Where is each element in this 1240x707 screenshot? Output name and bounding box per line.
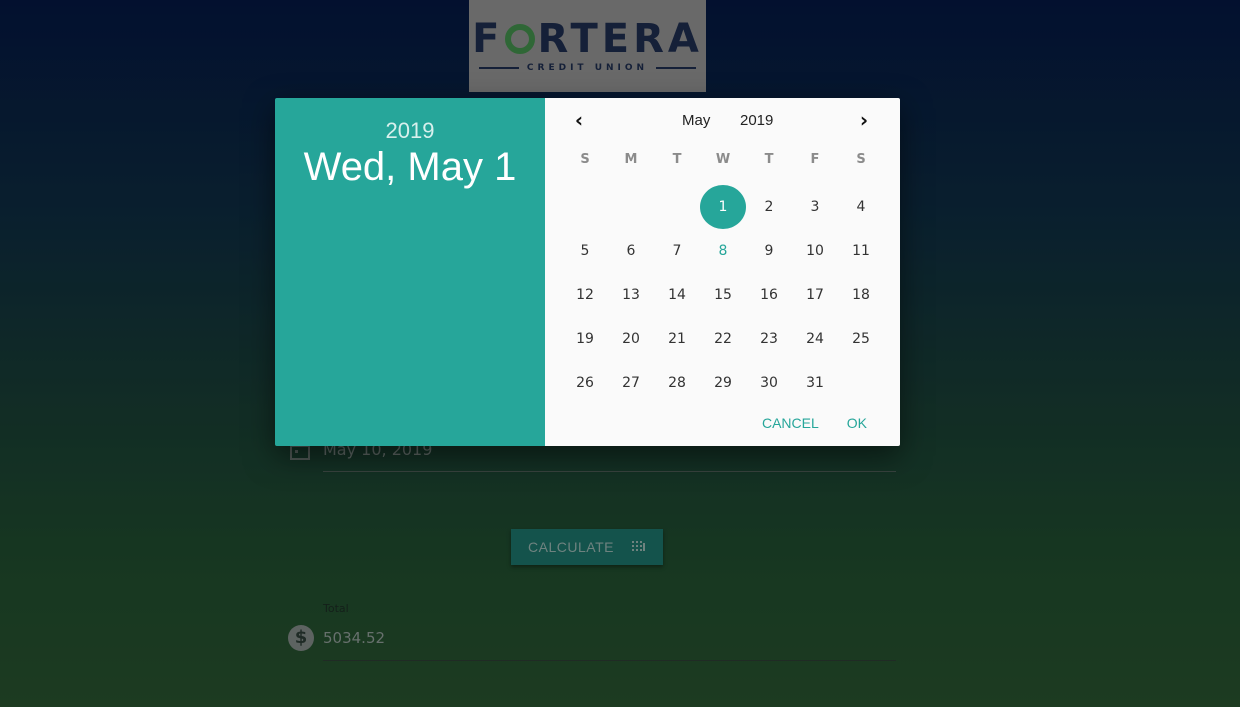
weekday-label: F [810, 152, 820, 167]
day-number: 28 [668, 375, 686, 391]
day-cell[interactable]: 29 [700, 361, 746, 405]
day-number: 10 [806, 243, 824, 259]
day-cell[interactable]: 28 [654, 361, 700, 405]
header-year[interactable]: 2019 [275, 118, 545, 144]
weekday-label: T [672, 152, 682, 167]
day-cell[interactable]: 12 [562, 273, 608, 317]
day-cell[interactable]: 24 [792, 317, 838, 361]
day-cell[interactable]: 22 [700, 317, 746, 361]
calendar-grid: SMTWTFS 1 2 3 4 5 6 7 8 9 10 11 12 13 14 15 16 17 18 19 20 2… [562, 152, 892, 405]
day-number: 9 [764, 243, 774, 259]
calendar-week: 26 27 28 29 30 31 [562, 361, 892, 405]
calendar-week: 19 20 21 22 23 24 25 [562, 317, 892, 361]
day-number: 30 [760, 375, 778, 391]
day-number: 2 [764, 199, 774, 215]
day-number: 7 [672, 243, 682, 259]
day-number: 11 [852, 243, 870, 259]
day-cell[interactable]: 25 [838, 317, 884, 361]
day-cell[interactable]: 1 [700, 185, 746, 229]
dialog-actions: CANCEL OK [762, 415, 867, 431]
day-cell[interactable]: 27 [608, 361, 654, 405]
day-cell[interactable]: 31 [792, 361, 838, 405]
day-cell[interactable]: 4 [838, 185, 884, 229]
ok-button[interactable]: OK [847, 415, 867, 431]
weekday-label: S [580, 152, 590, 167]
day-cell[interactable]: 9 [746, 229, 792, 273]
day-cell[interactable]: 11 [838, 229, 884, 273]
day-number: 21 [668, 331, 686, 347]
day-number: 19 [576, 331, 594, 347]
month-nav: ‹ May 2019 › [545, 108, 900, 134]
day-number: 13 [622, 287, 640, 303]
cancel-button[interactable]: CANCEL [762, 415, 819, 431]
datepicker-body: ‹ May 2019 › SMTWTFS 1 2 3 4 5 6 7 8 9 10 11 12 13 14… [545, 98, 900, 446]
day-number: 8 [718, 243, 728, 259]
day-cell[interactable]: 13 [608, 273, 654, 317]
day-number: 22 [714, 331, 732, 347]
day-cell[interactable]: 14 [654, 273, 700, 317]
chevron-left-icon[interactable]: ‹ [566, 108, 592, 134]
weekday-label: M [624, 152, 638, 167]
day-number: 23 [760, 331, 778, 347]
day-number: 29 [714, 375, 732, 391]
empty-day [608, 185, 654, 229]
day-number: 17 [806, 287, 824, 303]
weekday-row: SMTWTFS [562, 152, 892, 176]
day-cell[interactable]: 10 [792, 229, 838, 273]
datepicker-header: 2019 Wed, May 1 [275, 98, 545, 446]
day-cell[interactable]: 7 [654, 229, 700, 273]
day-cell[interactable]: 19 [562, 317, 608, 361]
header-date: Wed, May 1 [303, 145, 517, 189]
day-cell[interactable]: 21 [654, 317, 700, 361]
day-number: 25 [852, 331, 870, 347]
empty-day [654, 185, 700, 229]
datepicker-dialog: 2019 Wed, May 1 ‹ May 2019 › SMTWTFS 123… [275, 98, 900, 446]
day-number: 20 [622, 331, 640, 347]
day-cell[interactable]: 6 [608, 229, 654, 273]
day-cell[interactable]: 8 [700, 229, 746, 273]
calendar-week: 1 2 3 4 [562, 185, 892, 229]
day-cell[interactable]: 5 [562, 229, 608, 273]
calendar-week: 12 13 14 15 16 17 18 [562, 273, 892, 317]
day-number: 4 [856, 199, 866, 215]
weeks: 1 2 3 4 5 6 7 8 9 10 11 12 13 14 15 16 17 18 19 20 21 22 23 24 2… [562, 185, 892, 405]
day-number: 6 [626, 243, 636, 259]
day-number: 14 [668, 287, 686, 303]
day-number: 5 [580, 243, 590, 259]
nav-month: May [682, 112, 711, 129]
day-cell[interactable]: 3 [792, 185, 838, 229]
day-number: 24 [806, 331, 824, 347]
nav-year: 2019 [740, 112, 774, 129]
day-number: 27 [622, 375, 640, 391]
day-cell[interactable]: 30 [746, 361, 792, 405]
day-number: 1 [700, 185, 746, 229]
day-cell[interactable]: 18 [838, 273, 884, 317]
calendar-week: 5 6 7 8 9 10 11 [562, 229, 892, 273]
day-number: 18 [852, 287, 870, 303]
day-cell[interactable]: 26 [562, 361, 608, 405]
day-number: 15 [714, 287, 732, 303]
day-cell[interactable]: 16 [746, 273, 792, 317]
day-cell[interactable]: 20 [608, 317, 654, 361]
day-cell[interactable]: 15 [700, 273, 746, 317]
empty-day [838, 361, 884, 405]
empty-day [562, 185, 608, 229]
day-cell[interactable]: 2 [746, 185, 792, 229]
day-number: 31 [806, 375, 824, 391]
weekday-label: W [715, 152, 731, 167]
day-cell[interactable]: 17 [792, 273, 838, 317]
weekday-label: S [856, 152, 866, 167]
day-number: 26 [576, 375, 594, 391]
day-number: 3 [810, 199, 820, 215]
chevron-right-icon[interactable]: › [851, 108, 877, 134]
day-number: 16 [760, 287, 778, 303]
day-number: 12 [576, 287, 594, 303]
day-cell[interactable]: 23 [746, 317, 792, 361]
weekday-label: T [764, 152, 774, 167]
